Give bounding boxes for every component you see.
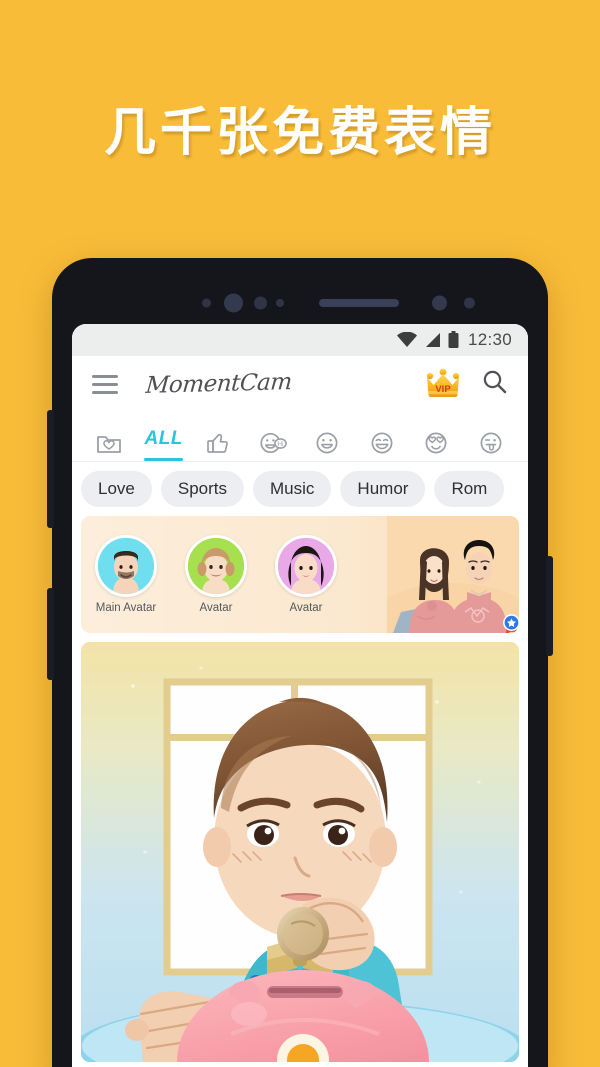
power-button[interactable] <box>546 556 553 656</box>
sensor-dot-icon <box>202 298 211 308</box>
search-button[interactable] <box>482 369 508 400</box>
headline-text: 几千张免费表情 <box>103 103 496 163</box>
app-bar: MomentCam VIP <box>72 356 528 412</box>
avatar-label: Avatar <box>289 602 323 614</box>
category-chip-row: Love Sports Music Humor Rom <box>72 462 528 516</box>
face-speech-bubble-icon: Hi <box>260 432 287 454</box>
avatar-item-3[interactable]: Avatar <box>261 535 351 614</box>
heart-eyes-face-icon <box>425 432 447 454</box>
sticker-content-card[interactable] <box>81 642 519 1062</box>
boy-with-piggy-bank-illustration <box>81 642 519 1062</box>
chip-sports[interactable]: Sports <box>160 471 245 507</box>
earpiece-speaker <box>319 299 399 307</box>
avatar-strip: Main Avatar Avatar Avatar <box>81 516 519 633</box>
sensor-dot-icon <box>464 297 475 309</box>
folder-heart-icon <box>97 436 122 453</box>
avatar-label: Avatar <box>199 602 233 614</box>
phone-mockup: 12:30 MomentCam VIP ALL Hi Love Sports M… <box>47 258 553 1067</box>
tab-laughing[interactable] <box>355 412 410 461</box>
phone-screen: 12:30 MomentCam VIP ALL Hi Love Sports M… <box>72 324 528 1067</box>
tab-tongue-out[interactable] <box>464 412 519 461</box>
signal-icon <box>425 333 440 347</box>
avatar <box>185 535 247 597</box>
chip-love[interactable]: Love <box>81 471 152 507</box>
status-bar: 12:30 <box>72 324 528 356</box>
volume-button[interactable] <box>47 410 54 528</box>
hamburger-menu-icon[interactable] <box>92 374 118 394</box>
wifi-icon <box>396 332 417 347</box>
laughing-face-icon <box>371 432 393 454</box>
tab-smiley[interactable] <box>300 412 355 461</box>
tongue-out-face-icon <box>480 432 502 454</box>
app-logo: MomentCam <box>144 369 293 399</box>
crown-icon: VIP <box>426 368 460 398</box>
status-bar-time: 12:30 <box>467 330 512 349</box>
avatar-face-man-icon <box>98 538 154 594</box>
avatar <box>275 535 337 597</box>
avatar-item-main[interactable]: Main Avatar <box>81 535 519 633</box>
front-camera-icon <box>224 293 243 313</box>
svg-text:Hi: Hi <box>277 442 283 448</box>
vip-label: VIP <box>435 384 451 395</box>
chip-music[interactable]: Music <box>253 471 332 507</box>
sensor-dot-icon <box>254 296 267 310</box>
tab-heart-eyes[interactable] <box>409 412 464 461</box>
emoji-tab-row: ALL Hi <box>72 412 528 462</box>
sensor-dot-icon <box>276 299 284 307</box>
headline-banner: 几千张免费表情 <box>0 0 600 255</box>
vip-crown-button[interactable]: VIP <box>422 367 464 401</box>
avatar-face-girl-icon <box>188 538 244 594</box>
chip-romance[interactable]: Rom <box>434 471 505 507</box>
tab-thumbs-up[interactable] <box>191 412 246 461</box>
avatar-face-woman-icon <box>278 538 334 594</box>
secondary-side-button[interactable] <box>47 588 54 680</box>
couple-illustration[interactable] <box>387 516 519 633</box>
tab-all-label: ALL <box>144 428 183 449</box>
avatar-label: Main Avatar <box>95 602 157 614</box>
tab-all[interactable]: ALL <box>137 412 192 461</box>
sidebar-item-favorites[interactable] <box>82 412 137 461</box>
avatar-item-2[interactable]: Avatar <box>171 535 261 614</box>
phone-bezel-sensors <box>52 292 548 314</box>
tab-active-underline <box>144 458 184 461</box>
tab-face-speech[interactable]: Hi <box>246 412 301 461</box>
avatar <box>95 535 157 597</box>
star-badge-icon <box>503 614 519 633</box>
battery-icon <box>448 331 459 348</box>
sensor-dot-icon <box>432 295 447 311</box>
smiley-face-icon <box>316 432 338 454</box>
chip-humor[interactable]: Humor <box>340 471 426 507</box>
thumbs-up-icon <box>207 433 229 453</box>
search-icon <box>483 370 507 393</box>
